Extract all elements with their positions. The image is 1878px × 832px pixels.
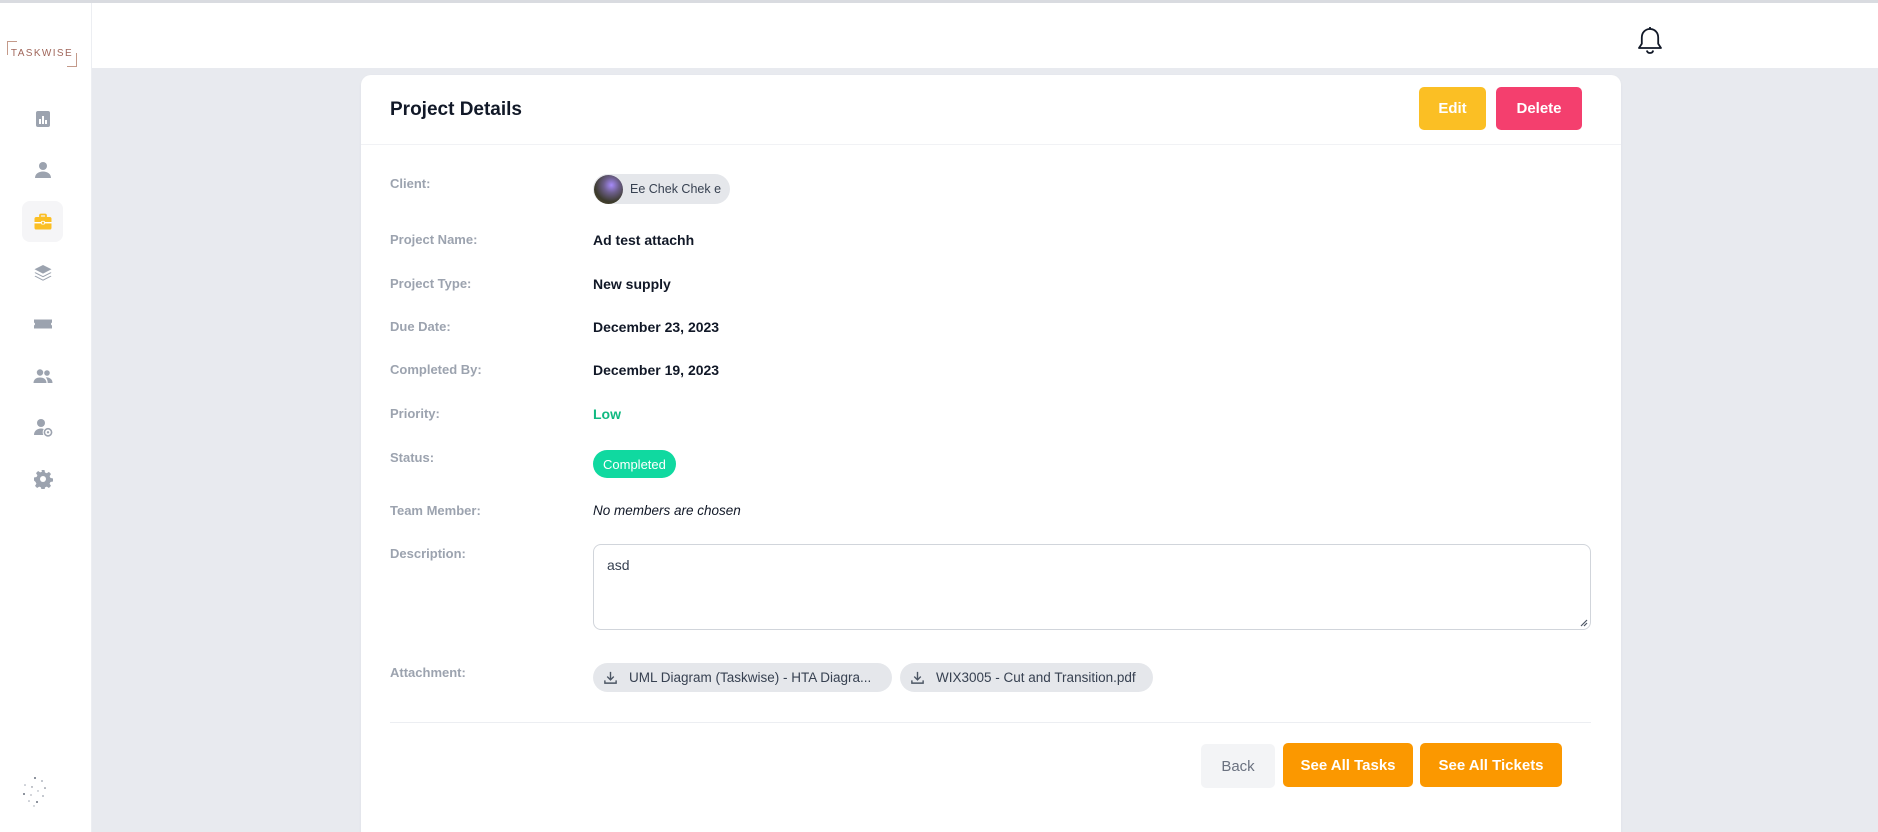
see-all-tickets-button[interactable]: See All Tickets [1420,743,1562,787]
delete-button[interactable]: Delete [1496,87,1582,130]
completed-by-value: December 19, 2023 [593,362,720,378]
chart-icon [35,110,50,127]
resize-handle-icon[interactable] [1578,617,1588,627]
sidebar-item-profile[interactable] [22,149,63,190]
logo[interactable]: TASKWISE [7,41,77,67]
bell-icon[interactable] [1636,26,1664,56]
layers-icon [34,264,51,281]
attachment-chip[interactable]: WIX3005 - Cut and Transition.pdf [900,663,1153,692]
sidebar-item-tickets[interactable] [22,303,63,344]
sidebar-item-layers[interactable] [22,252,63,293]
status-badge: Completed [593,450,676,478]
sidebar-item-projects[interactable] [22,201,63,242]
divider [390,722,1591,723]
sidebar: TASKWISE [0,3,92,832]
attachment-label: Attachment: [390,665,466,680]
user-icon [34,161,51,178]
download-icon [604,671,617,684]
description-textarea[interactable]: asd [593,544,1591,630]
top-header [92,3,1878,68]
top-border [0,0,1878,3]
attachment-name: UML Diagram (Taskwise) - HTA Diagra... [629,670,872,685]
project-name-label: Project Name: [390,232,478,247]
description-text: asd [607,557,630,573]
download-icon [911,671,924,684]
status-label: Status: [390,450,435,465]
sidebar-item-user-admin[interactable] [22,406,63,447]
page-title: Project Details [390,99,522,120]
completed-by-label: Completed By: [390,362,482,377]
project-type-value: New supply [593,276,671,292]
due-date-value: December 23, 2023 [593,319,720,335]
due-date-label: Due Date: [390,319,451,334]
edit-button[interactable]: Edit [1419,87,1486,130]
team-member-label: Team Member: [390,503,481,518]
loading-spinner-icon [23,777,46,807]
user-settings-icon [33,418,52,437]
client-label: Client: [390,176,431,191]
briefcase-icon [34,213,51,229]
client-name: Ee Chek Chek e [630,182,722,196]
project-details-card: Project Details Edit Delete Client: Ee C… [361,75,1621,832]
priority-label: Priority: [390,406,440,421]
divider [361,144,1621,145]
avatar [594,174,623,204]
description-label: Description: [390,546,466,561]
project-name-value: Ad test attachh [593,232,695,248]
sidebar-item-team[interactable] [22,355,63,396]
team-member-value: No members are chosen [593,503,741,518]
sidebar-item-dashboard[interactable] [22,98,63,139]
priority-value: Low [593,406,621,422]
users-icon [33,368,52,383]
see-all-tasks-button[interactable]: See All Tasks [1283,743,1413,787]
attachment-name: WIX3005 - Cut and Transition.pdf [936,670,1136,685]
attachment-chip[interactable]: UML Diagram (Taskwise) - HTA Diagra... [593,663,892,692]
project-type-label: Project Type: [390,276,472,291]
sidebar-item-settings[interactable] [22,458,63,499]
client-chip[interactable]: Ee Chek Chek e [593,174,731,204]
back-button[interactable]: Back [1201,744,1275,788]
gear-icon [33,469,53,489]
ticket-icon [33,319,52,328]
logo-text: TASKWISE [10,48,74,59]
